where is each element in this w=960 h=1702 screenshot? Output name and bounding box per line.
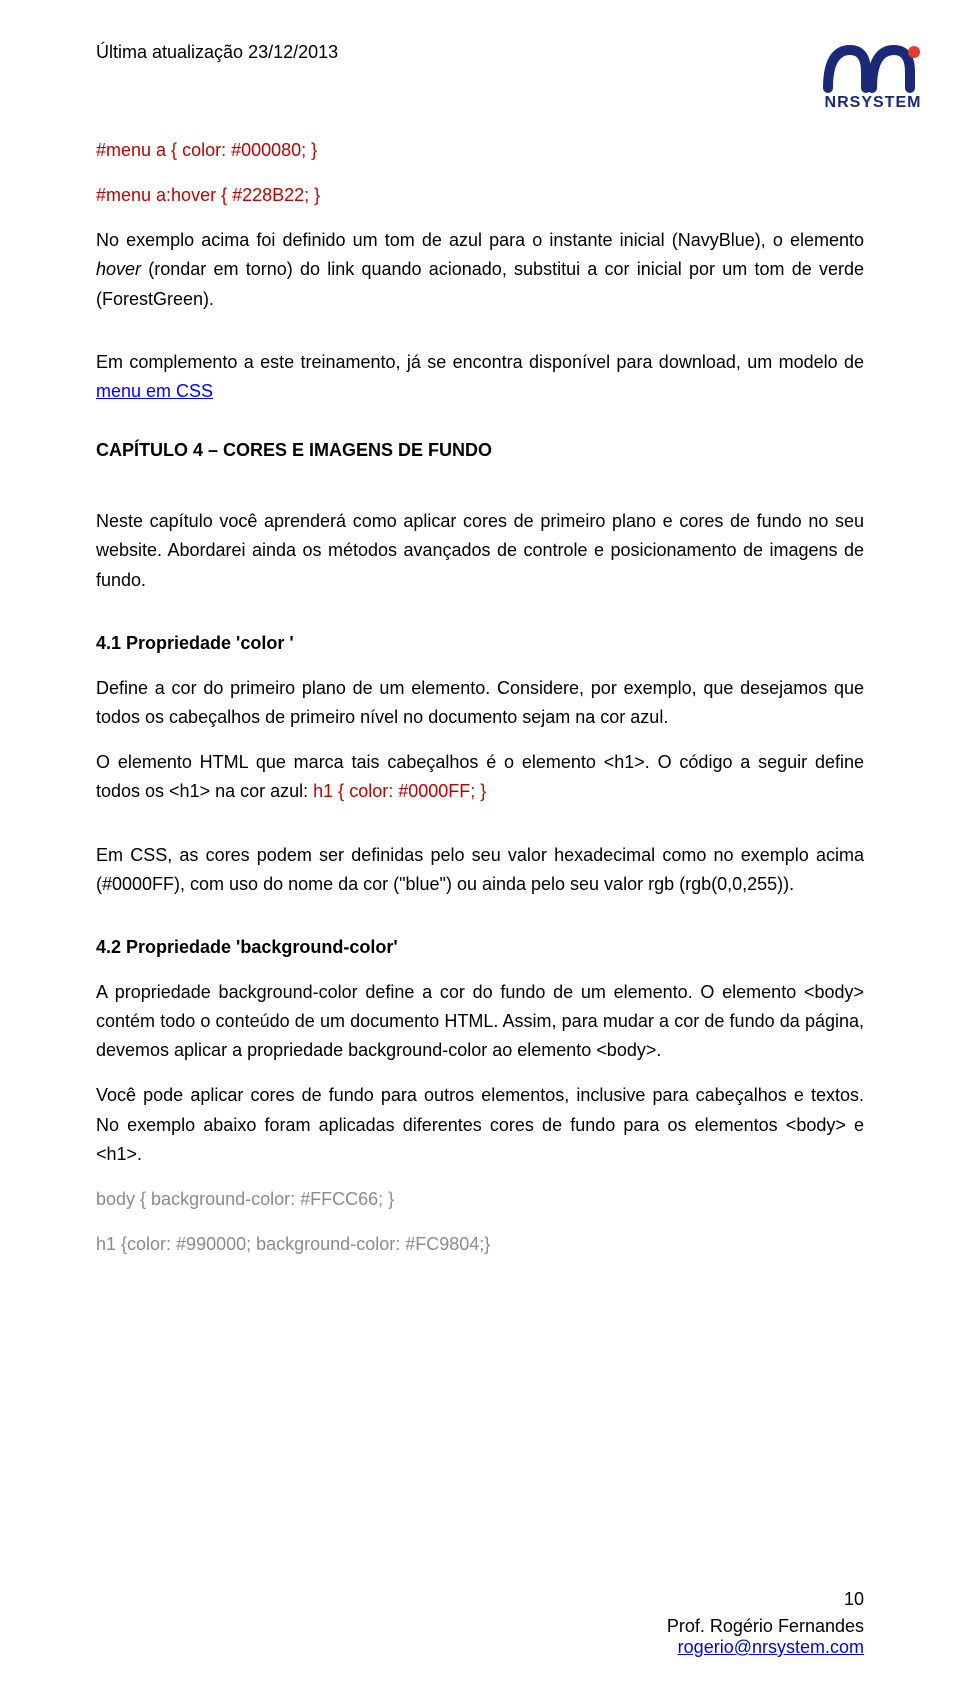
paragraph: A propriedade background-color define a … [96,978,864,1065]
section-heading: 4.1 Propriedade 'color ' [96,629,864,658]
paragraph: O elemento HTML que marca tais cabeçalho… [96,748,864,806]
document-body: #menu a { color: #000080; } #menu a:hove… [96,136,864,1259]
logo-icon [822,38,924,96]
page-footer: 10 Prof. Rogério Fernandes rogerio@nrsys… [667,1589,864,1658]
css-code-line: #menu a:hover { #228B22; } [96,181,864,210]
author-name: Prof. Rogério Fernandes [667,1616,864,1636]
menu-css-link[interactable]: menu em CSS [96,381,213,401]
paragraph: Define a cor do primeiro plano de um ele… [96,674,864,732]
text-run: Em complemento a este treinamento, já se… [96,352,864,372]
paragraph: Em complemento a este treinamento, já se… [96,348,864,406]
css-code-line: body { background-color: #FFCC66; } [96,1185,864,1214]
author-email-link[interactable]: rogerio@nrsystem.com [678,1637,864,1657]
css-code-line: h1 {color: #990000; background-color: #F… [96,1230,864,1259]
css-code-inline: h1 { color: #0000FF; } [313,781,486,801]
page-header: Última atualização 23/12/2013 NRSYSTEM [96,38,864,136]
paragraph: Em CSS, as cores podem ser definidas pel… [96,841,864,899]
css-code-line: #menu a { color: #000080; } [96,136,864,165]
paragraph: Neste capítulo você aprenderá como aplic… [96,507,864,594]
page-number: 10 [667,1589,864,1610]
last-updated: Última atualização 23/12/2013 [96,38,338,63]
text-run: No exemplo acima foi definido um tom de … [96,230,864,250]
logo-text: NRSYSTEM [825,94,922,112]
paragraph: Você pode aplicar cores de fundo para ou… [96,1081,864,1168]
section-heading: 4.2 Propriedade 'background-color' [96,933,864,962]
text-run: (rondar em torno) do link quando acionad… [96,259,864,308]
chapter-heading: CAPÍTULO 4 – CORES E IMAGENS DE FUNDO [96,436,864,465]
paragraph: No exemplo acima foi definido um tom de … [96,226,864,313]
nrsystem-logo: NRSYSTEM [822,38,924,112]
text-run-italic: hover [96,259,141,279]
